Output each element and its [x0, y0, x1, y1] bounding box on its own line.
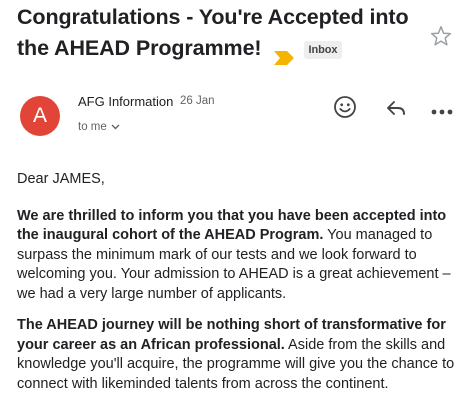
reply-icon[interactable]	[385, 97, 407, 119]
paragraph-1: We are thrilled to inform you that you h…	[17, 207, 462, 305]
sender-name[interactable]: AFG Information	[78, 94, 173, 109]
email-view: Congratulations - You're Accepted into t…	[0, 0, 474, 415]
subject-line-2: the AHEAD Programme!	[17, 36, 262, 60]
sender-date: 26 Jan	[180, 95, 215, 107]
greeting: Dear JAMES,	[17, 171, 105, 187]
inbox-label-chip[interactable]: Inbox	[303, 40, 343, 59]
recipient-details-toggle[interactable]: to me	[78, 121, 120, 133]
email-body: Dear JAMES, We are thrilled to inform yo…	[17, 170, 462, 406]
paragraph-2: The AHEAD journey will be nothing short …	[17, 316, 462, 394]
chevron-down-icon	[111, 124, 120, 130]
subject-line-1: Congratulations - You're Accepted into	[17, 5, 409, 29]
emoji-icon[interactable]	[333, 95, 357, 119]
important-marker-icon[interactable]	[273, 43, 294, 65]
email-subject: Congratulations - You're Accepted into t…	[17, 2, 427, 65]
sender-avatar[interactable]: A	[20, 96, 60, 136]
star-icon[interactable]	[429, 24, 453, 48]
more-horiz-icon[interactable]	[431, 103, 453, 115]
recipient-label: to me	[78, 121, 107, 133]
